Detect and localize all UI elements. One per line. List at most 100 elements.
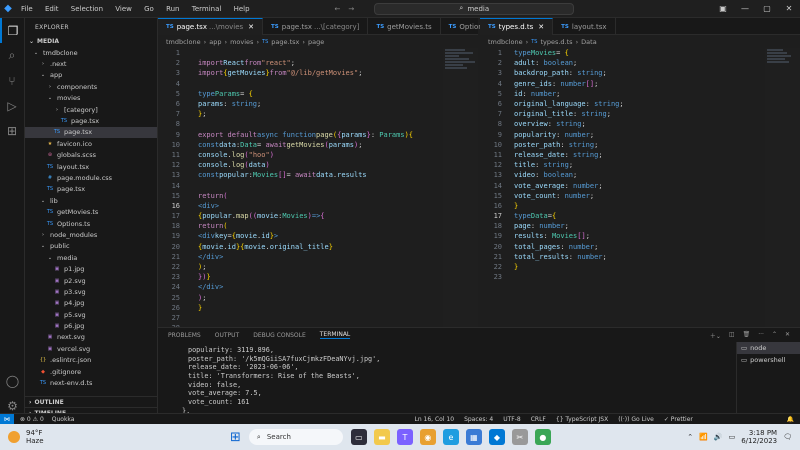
chrome-icon[interactable]: ◉ — [419, 429, 436, 445]
tree-item[interactable]: ▣ p6.jpg — [25, 320, 157, 331]
windows-start-icon[interactable]: ⊞ — [230, 430, 241, 445]
teams-icon[interactable]: T — [396, 429, 413, 445]
close-panel-icon[interactable]: ✕ — [785, 331, 790, 340]
maximize-panel-icon[interactable]: ⌃ — [772, 331, 777, 340]
left-minimap[interactable] — [443, 48, 478, 327]
tree-item[interactable]: ▣ next.svg — [25, 332, 157, 343]
search-view-icon[interactable]: ⌕ — [0, 43, 24, 68]
close-icon[interactable]: ✕ — [248, 23, 254, 31]
maximize-icon[interactable]: ▢ — [756, 4, 778, 13]
tree-item[interactable]: {} .eslintrc.json — [25, 355, 157, 366]
notification-icon[interactable]: 🗨 — [783, 433, 792, 441]
tree-item[interactable]: TS layout.tsx — [25, 161, 157, 172]
outline-section[interactable]: › OUTLINE — [25, 396, 158, 407]
new-terminal-icon[interactable]: ＋⌄ — [710, 331, 721, 340]
command-center-search[interactable]: ⌕ media — [374, 2, 575, 15]
close-icon[interactable]: ✕ — [538, 23, 544, 31]
file-explorer-icon[interactable]: ▬ — [373, 429, 390, 445]
tab-terminal[interactable]: TERMINAL — [319, 331, 351, 339]
encoding[interactable]: UTF-8 — [503, 416, 521, 423]
source-control-icon[interactable]: ⑂ — [0, 68, 24, 93]
tab-types-dts[interactable]: TS types.d.ts ✕ — [480, 18, 554, 35]
tree-item[interactable]: › components — [25, 81, 157, 92]
account-icon[interactable]: ◯ — [0, 368, 25, 393]
tree-item[interactable]: › node_modules — [25, 229, 157, 240]
menu-help[interactable]: Help — [234, 5, 250, 13]
explorer-icon[interactable]: ❐ — [0, 18, 24, 43]
tab-getmovies[interactable]: TS getMovies.ts — [368, 18, 441, 35]
clock[interactable]: 3:18 PM 6/12/2023 — [741, 429, 777, 445]
go-live-button[interactable]: ((·)) Go Live — [618, 416, 654, 423]
kill-terminal-icon[interactable]: 🗑 — [743, 331, 751, 340]
workspace-root[interactable]: ⌄ MEDIA — [25, 36, 157, 47]
tab-debug-console[interactable]: DEBUG CONSOLE — [253, 332, 306, 339]
breadcrumb-item[interactable]: types.d.ts — [540, 38, 572, 46]
volume-icon[interactable]: 🔊 — [714, 433, 723, 441]
tree-item[interactable]: ▣ p4.jpg — [25, 298, 157, 309]
store-icon[interactable]: ▦ — [465, 429, 482, 445]
quokka-status[interactable]: Quokka — [52, 416, 75, 423]
right-code-editor[interactable]: 1 type Movies = { 2 adult: boolean; 3 back… — [480, 48, 765, 282]
right-minimap[interactable] — [765, 48, 800, 327]
prettier-status[interactable]: ✓ Prettier — [664, 416, 693, 423]
breadcrumb-item[interactable]: tmdbclone — [166, 38, 201, 46]
task-view-icon[interactable]: ▭ — [350, 429, 367, 445]
tree-item[interactable]: ▣ p3.svg — [25, 286, 157, 297]
forward-arrow-icon[interactable]: → — [348, 5, 354, 13]
notifications-bell-icon[interactable]: 🔔 — [787, 416, 794, 423]
weather-widget[interactable]: 94°F Haze — [0, 429, 120, 445]
tree-item[interactable]: ▣ p5.svg — [25, 309, 157, 320]
breadcrumb-item[interactable]: page.tsx — [271, 38, 299, 46]
menu-go[interactable]: Go — [144, 5, 154, 13]
tree-item[interactable]: › .next — [25, 58, 157, 69]
more-actions-icon[interactable]: ··· — [758, 331, 764, 340]
close-icon[interactable]: ✕ — [778, 4, 800, 13]
back-arrow-icon[interactable]: ← — [335, 5, 341, 13]
tree-item[interactable]: ⌄ tmdbclone — [25, 47, 157, 58]
tree-item[interactable]: ⌄ lib — [25, 195, 157, 206]
breadcrumb-item[interactable]: page — [308, 38, 324, 46]
tab-page-tsx-category[interactable]: TS page.tsx ...\[category] — [263, 18, 369, 35]
menu-terminal[interactable]: Terminal — [192, 5, 222, 13]
tree-item[interactable]: TS page.tsx — [25, 115, 157, 126]
breadcrumb-item[interactable]: Data — [581, 38, 597, 46]
tab-output[interactable]: OUTPUT — [215, 332, 239, 339]
problems-count[interactable]: ⊗ 0 ⚠ 0 — [20, 416, 44, 423]
breadcrumb-item[interactable]: movies — [230, 38, 253, 46]
tree-item[interactable]: ◆ .gitignore — [25, 366, 157, 377]
battery-icon[interactable]: ▭ — [729, 433, 736, 441]
taskbar-search[interactable]: ⌕ Search — [248, 429, 343, 445]
tab-problems[interactable]: PROBLEMS — [168, 332, 201, 339]
layout-icon[interactable]: ▣ — [712, 4, 734, 13]
tree-item[interactable]: ⊛ globals.scss — [25, 150, 157, 161]
chevron-up-icon[interactable]: ⌃ — [687, 433, 693, 441]
tree-item[interactable]: # page.module.css — [25, 172, 157, 183]
wifi-icon[interactable]: 📶 — [699, 433, 708, 441]
terminal-output[interactable]: popularity: 3119.896, poster_path: '/k5m… — [182, 346, 380, 416]
edge-icon[interactable]: e — [442, 429, 459, 445]
extensions-icon[interactable]: ⊞ — [0, 118, 24, 143]
tree-item[interactable]: › [category] — [25, 104, 157, 115]
minimize-icon[interactable]: — — [734, 4, 756, 13]
terminal-item-node[interactable]: ▭ node — [737, 342, 800, 354]
tree-item[interactable]: TS page.tsx — [25, 184, 157, 195]
tree-item[interactable]: ▣ vercel.svg — [25, 343, 157, 354]
tree-item[interactable]: ▣ p1.jpg — [25, 263, 157, 274]
menu-edit[interactable]: Edit — [45, 5, 59, 13]
remote-icon[interactable]: ⋈ — [0, 413, 14, 425]
tree-item[interactable]: TS getMovies.ts — [25, 206, 157, 217]
left-code-editor[interactable]: 1 2 import React from "react"; 3 import { … — [158, 48, 443, 333]
breadcrumb-item[interactable]: tmdbclone — [488, 38, 523, 46]
run-debug-icon[interactable]: ▷ — [0, 93, 24, 118]
menu-selection[interactable]: Selection — [71, 5, 103, 13]
tree-item[interactable]: ⌄ app — [25, 70, 157, 81]
tree-item[interactable]: ▣ p2.svg — [25, 275, 157, 286]
tree-item[interactable]: ★ favicon.ico — [25, 138, 157, 149]
app-icon[interactable]: ● — [534, 429, 551, 445]
menu-file[interactable]: File — [21, 5, 33, 13]
line-ending[interactable]: CRLF — [531, 416, 546, 423]
terminal-item-powershell[interactable]: ▭ powershell — [737, 354, 800, 366]
indentation[interactable]: Spaces: 4 — [464, 416, 493, 423]
tree-item[interactable]: ⌄ media — [25, 252, 157, 263]
snipping-tool-icon[interactable]: ✂ — [511, 429, 528, 445]
